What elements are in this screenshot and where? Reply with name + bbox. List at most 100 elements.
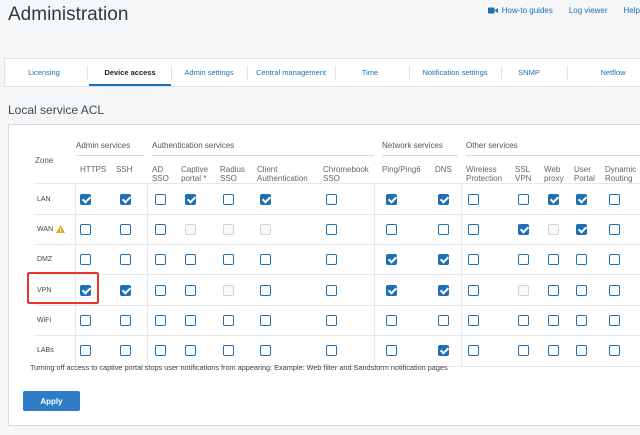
zone-name: DMZ xyxy=(37,255,53,263)
checkbox-labs-user-portal[interactable] xyxy=(576,345,587,356)
how-to-guides-link[interactable]: How-to guides xyxy=(487,6,553,15)
checkbox-lan-chromebook-sso[interactable] xyxy=(326,194,337,205)
checkbox-vpn-dynamic-routing[interactable] xyxy=(609,285,620,296)
checkbox-dmz-ad-sso[interactable] xyxy=(155,254,166,265)
checkbox-labs-web-proxy[interactable] xyxy=(548,345,559,356)
checkbox-labs-ad-sso[interactable] xyxy=(155,345,166,356)
checkbox-wan-ping-ping6[interactable] xyxy=(386,224,397,235)
help-link[interactable]: Help xyxy=(624,6,640,15)
checkbox-wan-dns[interactable] xyxy=(438,224,449,235)
col-head-ad-sso: AD SSO xyxy=(152,165,169,183)
checkbox-wifi-ssl-vpn[interactable] xyxy=(518,315,529,326)
checkbox-wifi-chromebook-sso[interactable] xyxy=(326,315,337,326)
checkbox-wifi-radius-sso[interactable] xyxy=(223,315,234,326)
checkbox-lan-https[interactable] xyxy=(80,194,91,205)
checkbox-dmz-user-portal[interactable] xyxy=(576,254,587,265)
checkbox-wifi-web-proxy[interactable] xyxy=(548,315,559,326)
checkbox-dmz-radius-sso[interactable] xyxy=(223,254,234,265)
checkbox-wan-ssh[interactable] xyxy=(120,224,131,235)
checkbox-labs-captive-portal[interactable] xyxy=(185,345,196,356)
checkbox-dmz-web-proxy[interactable] xyxy=(548,254,559,265)
checkbox-lan-dynamic-routing[interactable] xyxy=(609,194,620,205)
checkbox-lan-web-proxy[interactable] xyxy=(548,194,559,205)
checkbox-vpn-ping-ping6[interactable] xyxy=(386,285,397,296)
checkbox-labs-https[interactable] xyxy=(80,345,91,356)
checkbox-dmz-client-authentication[interactable] xyxy=(260,254,271,265)
group-auth-divider xyxy=(152,155,374,156)
checkbox-dmz-ssl-vpn[interactable] xyxy=(518,254,529,265)
checkbox-dmz-ping-ping6[interactable] xyxy=(386,254,397,265)
tab-snmp[interactable]: SNMP xyxy=(501,59,557,86)
checkbox-lan-ad-sso[interactable] xyxy=(155,194,166,205)
checkbox-labs-radius-sso[interactable] xyxy=(223,345,234,356)
log-viewer-link[interactable]: Log viewer xyxy=(569,6,608,15)
checkbox-dmz-dynamic-routing[interactable] xyxy=(609,254,620,265)
checkbox-vpn-ssh[interactable] xyxy=(120,285,131,296)
checkbox-labs-ping-ping6[interactable] xyxy=(386,345,397,356)
col-head-ssl-vpn: SSL VPN xyxy=(515,165,532,183)
checkbox-wan-dynamic-routing[interactable] xyxy=(609,224,620,235)
tab-notification-settings[interactable]: Notification settings xyxy=(409,59,501,86)
checkbox-wan-https[interactable] xyxy=(80,224,91,235)
checkbox-lan-captive-portal[interactable] xyxy=(185,194,196,205)
col-head-captive-portal: Captive portal * xyxy=(181,165,209,183)
checkbox-lan-ssh[interactable] xyxy=(120,194,131,205)
tab-netflow[interactable]: Netflow xyxy=(587,59,639,86)
tab-admin-settings[interactable]: Admin settings xyxy=(171,59,247,86)
checkbox-wifi-wireless-protection[interactable] xyxy=(468,315,479,326)
tab-time[interactable]: Time xyxy=(335,59,405,86)
checkbox-vpn-chromebook-sso[interactable] xyxy=(326,285,337,296)
warning-icon[interactable] xyxy=(56,225,66,233)
tab-licensing[interactable]: Licensing xyxy=(9,59,79,86)
checkbox-wifi-dynamic-routing[interactable] xyxy=(609,315,620,326)
checkbox-wan-chromebook-sso[interactable] xyxy=(326,224,337,235)
checkbox-labs-dns[interactable] xyxy=(438,345,449,356)
checkbox-wifi-captive-portal[interactable] xyxy=(185,315,196,326)
checkbox-vpn-wireless-protection[interactable] xyxy=(468,285,479,296)
checkbox-vpn-dns[interactable] xyxy=(438,285,449,296)
checkbox-vpn-ad-sso[interactable] xyxy=(155,285,166,296)
checkbox-lan-wireless-protection[interactable] xyxy=(468,194,479,205)
zone-label-wan: WAN xyxy=(37,224,66,234)
checkbox-lan-radius-sso[interactable] xyxy=(223,194,234,205)
checkbox-lan-ping-ping6[interactable] xyxy=(386,194,397,205)
checkbox-vpn-https[interactable] xyxy=(80,285,91,296)
checkbox-wan-ssl-vpn[interactable] xyxy=(518,224,529,235)
tab-central-management[interactable]: Central management xyxy=(247,59,335,86)
checkbox-lan-user-portal[interactable] xyxy=(576,194,587,205)
checkbox-wifi-ssh[interactable] xyxy=(120,315,131,326)
checkbox-labs-dynamic-routing[interactable] xyxy=(609,345,620,356)
checkbox-wifi-user-portal[interactable] xyxy=(576,315,587,326)
checkbox-lan-client-authentication[interactable] xyxy=(260,194,271,205)
checkbox-labs-wireless-protection[interactable] xyxy=(468,345,479,356)
checkbox-wifi-ping-ping6[interactable] xyxy=(386,315,397,326)
row-divider xyxy=(34,244,640,245)
checkbox-labs-chromebook-sso[interactable] xyxy=(326,345,337,356)
checkbox-dmz-https[interactable] xyxy=(80,254,91,265)
checkbox-labs-ssl-vpn[interactable] xyxy=(518,345,529,356)
checkbox-dmz-ssh[interactable] xyxy=(120,254,131,265)
col-head-dns: DNS xyxy=(435,165,452,174)
checkbox-vpn-captive-portal[interactable] xyxy=(185,285,196,296)
checkbox-vpn-user-portal[interactable] xyxy=(576,285,587,296)
checkbox-dmz-chromebook-sso[interactable] xyxy=(326,254,337,265)
checkbox-dmz-captive-portal[interactable] xyxy=(185,254,196,265)
checkbox-vpn-client-authentication[interactable] xyxy=(260,285,271,296)
checkbox-lan-ssl-vpn[interactable] xyxy=(518,194,529,205)
checkbox-dmz-dns[interactable] xyxy=(438,254,449,265)
checkbox-wifi-dns[interactable] xyxy=(438,315,449,326)
tab-device-access[interactable]: Device access xyxy=(89,59,171,86)
zone-name: VPN xyxy=(37,286,52,294)
checkbox-wan-user-portal[interactable] xyxy=(576,224,587,235)
checkbox-wifi-ad-sso[interactable] xyxy=(155,315,166,326)
checkbox-labs-client-authentication[interactable] xyxy=(260,345,271,356)
checkbox-wan-wireless-protection[interactable] xyxy=(468,224,479,235)
checkbox-vpn-web-proxy[interactable] xyxy=(548,285,559,296)
checkbox-wan-ad-sso[interactable] xyxy=(155,224,166,235)
checkbox-lan-dns[interactable] xyxy=(438,194,449,205)
apply-button[interactable]: Apply xyxy=(23,391,80,411)
checkbox-wifi-https[interactable] xyxy=(80,315,91,326)
checkbox-labs-ssh[interactable] xyxy=(120,345,131,356)
checkbox-dmz-wireless-protection[interactable] xyxy=(468,254,479,265)
checkbox-wifi-client-authentication[interactable] xyxy=(260,315,271,326)
